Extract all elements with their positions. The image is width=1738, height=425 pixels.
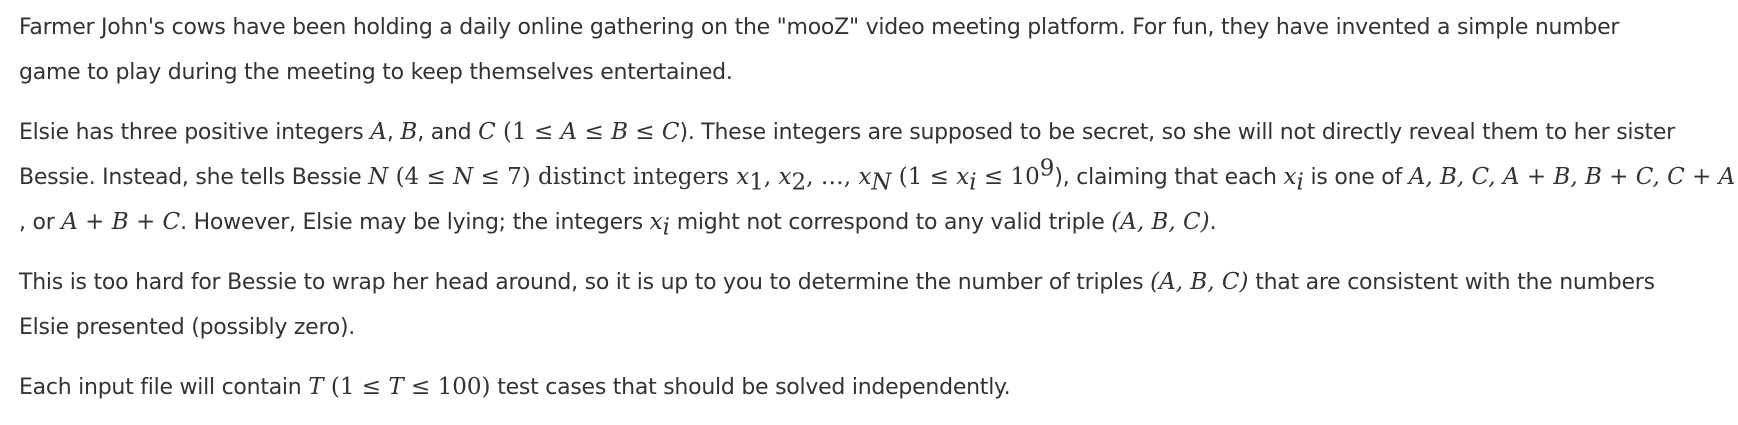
intro-line-2: game to play during the meeting to keep … <box>19 60 733 85</box>
math-x: x <box>1283 164 1297 190</box>
math: A <box>560 119 578 145</box>
math: , <box>763 164 779 190</box>
math-T: T <box>388 374 404 400</box>
text: , or <box>19 210 62 235</box>
math: (1 ≤ <box>495 119 561 145</box>
superscript: 9 <box>1039 155 1055 182</box>
math: (4 ≤ <box>388 164 454 190</box>
paragraph-task: This is too hard for Bessie to wrap her … <box>19 260 1731 350</box>
paragraph-intro: Farmer John's cows have been holding a d… <box>19 5 1731 95</box>
paragraph-input: Each input file will contain T (1 ≤ T ≤ … <box>19 365 1731 410</box>
math: , …, <box>806 164 859 190</box>
math-x: x <box>778 164 792 190</box>
text: might not correspond to any valid triple <box>670 210 1112 235</box>
subscript: i <box>969 169 977 196</box>
math-x: x <box>736 164 750 190</box>
math-T: T <box>308 374 324 400</box>
subscript: i <box>662 214 670 241</box>
math: ≤ <box>627 119 662 145</box>
text: Each input file will contain <box>19 375 309 400</box>
math-sums: A, B, C, A + B, B + C, C + A <box>1408 164 1736 190</box>
math: ≤ <box>577 119 612 145</box>
subscript: 2 <box>791 169 807 196</box>
task-line-2: Elsie presented (possibly zero). <box>19 315 356 340</box>
intro-line-1: Farmer John's cows have been holding a d… <box>19 15 1620 40</box>
text: Bessie. Instead, she tells Bessie <box>19 165 369 190</box>
math: ≤ 7) distinct integers <box>473 164 737 190</box>
math-triple: (A, B, C) <box>1150 269 1249 295</box>
text: test cases that should be solved indepen… <box>490 375 1011 400</box>
subscript: N <box>871 169 892 196</box>
math-x: x <box>956 164 970 190</box>
text: , <box>386 120 401 145</box>
text: This is too hard for Bessie to wrap her … <box>19 270 1151 295</box>
text: . <box>1209 210 1217 235</box>
math-triple: (A, B, C) <box>1111 209 1210 235</box>
math-x: x <box>649 209 663 235</box>
text: is one of <box>1303 165 1409 190</box>
input-line-1: Each input file will contain T (1 ≤ T ≤ … <box>19 365 1731 410</box>
task-line-1: This is too hard for Bessie to wrap her … <box>19 260 1731 305</box>
text: , and <box>417 120 479 145</box>
text: . However, Elsie may be lying; the integ… <box>180 210 650 235</box>
math-A: A <box>370 119 387 145</box>
math: (1 ≤ <box>323 374 389 400</box>
math: (1 ≤ <box>891 164 957 190</box>
math-N: N <box>368 164 389 190</box>
math-sum: A + B + C <box>61 209 181 235</box>
elsie-line-2: Bessie. Instead, she tells Bessie N (4 ≤… <box>19 155 1735 200</box>
subscript: i <box>1296 169 1304 196</box>
math-x: x <box>858 164 872 190</box>
math: ≤ 10 <box>976 164 1040 190</box>
math-C: C <box>478 119 496 145</box>
text: that are consistent with the numbers <box>1248 270 1655 295</box>
math-B: B <box>400 119 418 145</box>
problem-statement: Farmer John's cows have been holding a d… <box>19 5 1735 425</box>
text: ). These integers are supposed to be sec… <box>679 120 1675 145</box>
text: ), claiming that each <box>1054 165 1284 190</box>
math: C <box>661 119 680 145</box>
math: B <box>611 119 628 145</box>
math: ≤ 100) <box>403 374 491 400</box>
elsie-line-3: , or A + B + C. However, Elsie may be ly… <box>19 200 1731 245</box>
text: Elsie has three positive integers <box>19 120 371 145</box>
subscript: 1 <box>749 169 764 196</box>
paragraph-elsie: Elsie has three positive integers A, B, … <box>19 110 1735 245</box>
elsie-line-1: Elsie has three positive integers A, B, … <box>19 110 1731 155</box>
math-N: N <box>453 164 474 190</box>
